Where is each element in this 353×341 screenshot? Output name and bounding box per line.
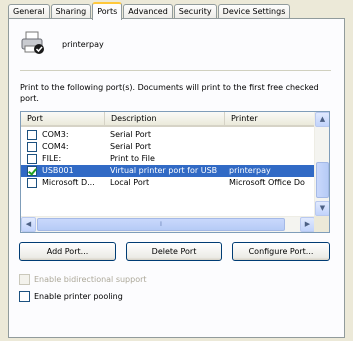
port-description: Local Port: [110, 178, 150, 187]
tab-device-settings[interactable]: Device Settings: [217, 4, 291, 19]
port-printer: [225, 141, 315, 153]
printer-pooling-option[interactable]: Enable printer pooling: [19, 291, 123, 302]
port-cell: COM4:: [21, 141, 105, 153]
ports-description: Print to the following port(s). Document…: [20, 83, 319, 103]
port-description: Virtual printer port for USB: [110, 166, 218, 175]
port-cell: FILE:: [21, 153, 105, 165]
vertical-scrollbar[interactable]: ▲ ▼: [314, 112, 329, 216]
port-description: Serial Port: [110, 142, 152, 151]
column-header-description[interactable]: Description: [105, 112, 225, 125]
port-printer: [225, 153, 315, 165]
port-checkbox[interactable]: [27, 154, 37, 164]
printer-name: printerpay: [62, 40, 104, 49]
column-header-port[interactable]: Port: [21, 112, 105, 125]
table-row[interactable]: FILE: Print to File: [21, 153, 315, 165]
delete-port-button[interactable]: Delete Port: [126, 242, 222, 261]
port-printer: Microsoft Office Do: [229, 178, 305, 187]
printer-icon: [21, 31, 44, 54]
bidirectional-support-option: Enable bidirectional support: [19, 274, 147, 285]
horizontal-scroll-thumb[interactable]: ⦀: [37, 218, 285, 231]
scroll-up-icon[interactable]: ▲: [315, 112, 329, 127]
pooling-checkbox[interactable]: [19, 291, 30, 302]
tab-strip: General Sharing Ports Advanced Security …: [8, 2, 291, 20]
scroll-right-icon[interactable]: ▶: [300, 217, 315, 232]
horizontal-scrollbar[interactable]: ◀ ⦀ ▶: [21, 216, 315, 232]
table-row[interactable]: COM3: Serial Port: [21, 129, 315, 141]
tab-security[interactable]: Security: [173, 4, 217, 19]
column-header-printer[interactable]: Printer: [225, 112, 315, 125]
port-checkbox[interactable]: [27, 142, 37, 152]
port-name: USB001: [42, 166, 74, 175]
port-name: COM3:: [42, 130, 69, 139]
port-printer: printerpay: [229, 166, 271, 175]
bidirectional-checkbox: [19, 274, 30, 285]
port-name: COM4:: [42, 142, 69, 151]
ports-list[interactable]: Port Description Printer COM3: Serial Por…: [20, 111, 330, 233]
pooling-label[interactable]: Enable printer pooling: [34, 292, 123, 301]
table-row[interactable]: COM4: Serial Port: [21, 141, 315, 153]
port-cell: USB001: [21, 165, 105, 177]
port-cell: Microsoft D...: [21, 177, 105, 189]
tab-ports[interactable]: Ports: [92, 2, 123, 20]
configure-port-button[interactable]: Configure Port...: [232, 242, 330, 261]
port-name: FILE:: [42, 154, 62, 163]
vertical-scroll-thumb[interactable]: [316, 162, 329, 198]
add-port-button[interactable]: Add Port...: [19, 242, 116, 261]
tab-general[interactable]: General: [8, 4, 50, 19]
tab-advanced[interactable]: Advanced: [123, 4, 173, 19]
port-name: Microsoft D...: [42, 178, 95, 187]
port-checkbox[interactable]: [27, 130, 37, 140]
scroll-down-icon[interactable]: ▼: [315, 201, 329, 216]
port-printer: [225, 129, 315, 141]
tab-sharing[interactable]: Sharing: [50, 4, 92, 19]
port-description: Serial Port: [110, 130, 152, 139]
port-cell: COM3:: [21, 129, 105, 141]
bidirectional-label: Enable bidirectional support: [34, 275, 147, 284]
scroll-left-icon[interactable]: ◀: [21, 217, 36, 232]
list-rows: COM3: Serial Port COM4: Serial Port FILE: Pri…: [21, 129, 315, 189]
port-checkbox[interactable]: [27, 166, 37, 176]
scrollbar-corner: [314, 216, 329, 232]
port-description: Print to File: [110, 154, 155, 163]
list-header: Port Description Printer: [21, 112, 315, 127]
port-checkbox[interactable]: [27, 178, 37, 188]
table-row[interactable]: Microsoft D... Local Port Microsoft Office…: [21, 177, 315, 189]
separator: [20, 70, 331, 71]
table-row[interactable]: USB001 Virtual printer port for USB printe…: [21, 165, 315, 177]
